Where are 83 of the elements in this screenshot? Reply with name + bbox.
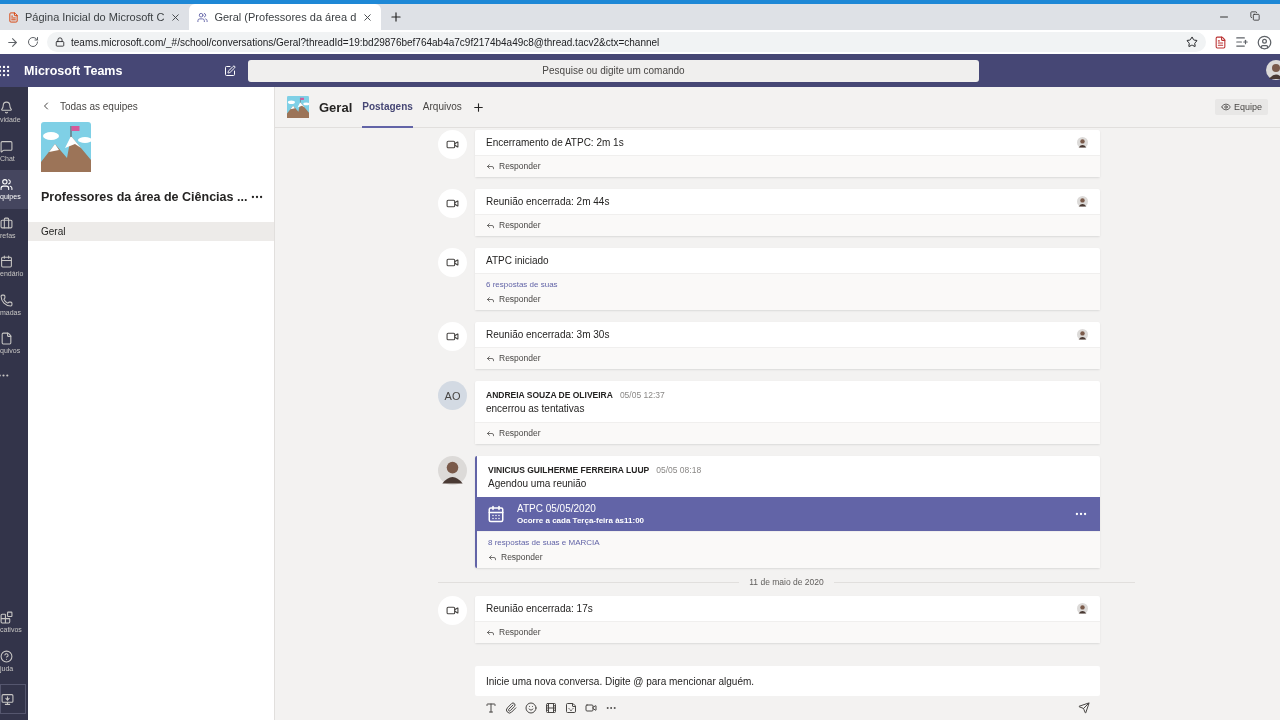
new-chat-icon[interactable]: [224, 64, 236, 77]
team-name: Professores da área de Ciências ...: [41, 190, 248, 204]
channel-name: Geral: [319, 99, 353, 115]
channel-tab[interactable]: Arquivos: [422, 86, 462, 128]
reply-icon: [486, 353, 495, 363]
restore-icon[interactable]: [1250, 11, 1260, 21]
author-name: VINICIUS GUILHERME FERREIRA LUUP: [488, 465, 650, 475]
team-button[interactable]: Equipe: [1214, 99, 1268, 115]
download-app-icon[interactable]: [1, 692, 14, 706]
forward-icon[interactable]: [6, 35, 19, 49]
back-link[interactable]: Todas as equipes: [28, 87, 274, 122]
sticker-icon[interactable]: [565, 702, 577, 714]
author-name: ANDREIA SOUZA DE OLIVEIRA: [486, 390, 613, 400]
replies-link[interactable]: 6 respostas de suas: [486, 276, 1089, 291]
team-image: [41, 122, 91, 172]
user-avatar: [1266, 59, 1280, 80]
message-time: 05/05 12:37: [619, 390, 665, 400]
profile-icon[interactable]: [1257, 34, 1272, 50]
reply-icon: [486, 627, 495, 637]
event-title: Reunião encerrada: 3m 30s: [486, 329, 611, 340]
author-avatar: AO: [438, 381, 467, 410]
channel-image: [287, 96, 309, 118]
reply-icon: [486, 294, 495, 304]
pdf-extension-icon[interactable]: [1214, 35, 1227, 49]
activity-icon: [0, 101, 13, 115]
video-camera-icon: [446, 197, 459, 210]
meeting-recurrence: Ocorre a cada Terça-feira às11:00: [517, 516, 646, 525]
eye-icon: [1220, 102, 1231, 112]
replies-link[interactable]: 8 respostas de suas e MARCIA: [488, 534, 1089, 549]
reply-icon: [486, 428, 495, 438]
video-camera-icon: [446, 330, 459, 343]
calls-icon: [0, 293, 13, 307]
channel-item[interactable]: Geral: [28, 222, 274, 241]
video-camera-icon: [446, 138, 459, 151]
app-launcher-icon[interactable]: [0, 63, 11, 78]
reply-button[interactable]: Responder: [486, 291, 1089, 307]
browser-tab[interactable]: Geral (Professores da área d: [189, 4, 382, 30]
app-title: Microsoft Teams: [24, 63, 124, 78]
format-icon[interactable]: [485, 702, 497, 714]
files-icon: [0, 332, 13, 346]
teams-icon: [0, 178, 13, 192]
event-title: Encerramento de ATPC: 2m 1s: [486, 137, 625, 148]
reply-button[interactable]: Responder: [488, 549, 1089, 565]
event-title: Reunião encerrada: 2m 44s: [486, 196, 611, 207]
reply-icon: [486, 220, 495, 230]
document-icon: [8, 11, 19, 23]
browser-tab[interactable]: Página Inicial do Microsoft C: [0, 4, 190, 30]
video-icon[interactable]: [585, 702, 597, 714]
reload-icon[interactable]: [27, 36, 39, 48]
calendar-icon: [487, 505, 505, 523]
help-icon: [0, 649, 13, 663]
new-tab-button[interactable]: [389, 10, 404, 24]
chat-icon: [0, 139, 13, 153]
apps-icon: [0, 611, 13, 625]
channel-tab[interactable]: Postagens: [362, 86, 413, 128]
send-icon[interactable]: [1078, 702, 1090, 714]
message-text: Agendou uma reunião: [488, 478, 588, 489]
search-field[interactable]: Pesquise ou digite um comando: [248, 59, 979, 82]
close-icon[interactable]: [362, 11, 374, 23]
people-icon: [197, 11, 209, 23]
assignments-icon: [0, 216, 13, 230]
author-avatar: [438, 456, 467, 485]
reading-list-icon[interactable]: [1235, 35, 1249, 49]
message-time: 05/05 08:18: [656, 465, 702, 475]
reply-icon: [486, 161, 495, 171]
bookmark-star-icon[interactable]: [1186, 36, 1198, 48]
meeting-title: ATPC 05/05/2020: [517, 503, 597, 514]
close-icon[interactable]: [170, 11, 182, 23]
compose-field[interactable]: Inicie uma nova conversa. Digite @ para mencionar alguém.: [475, 666, 1100, 696]
meeting-card[interactable]: ATPC 05/05/2020 Ocorre a cada Terça-feira às11:00: [475, 497, 1100, 531]
lock-icon: [55, 37, 65, 47]
reply-icon: [488, 552, 497, 562]
video-camera-icon: [446, 256, 459, 269]
address-bar[interactable]: teams.microsoft.com/_#/school/conversations/Geral?threadId=19:bd29876bef764ab4a7c9f2174b4a49c8@thread.tacv2&ctx=channel: [47, 32, 1206, 52]
message-text: encerrou as tentativas: [486, 403, 586, 414]
date-divider: 11 de maio de 2020: [749, 577, 824, 587]
add-tab-icon[interactable]: [471, 100, 485, 114]
event-title: ATPC iniciado: [486, 255, 550, 266]
attach-icon[interactable]: [505, 702, 517, 714]
calendar-icon: [0, 255, 13, 269]
emoji-icon[interactable]: [525, 702, 537, 714]
video-camera-icon: [446, 604, 459, 617]
event-title: Reunião encerrada: 17s: [486, 603, 594, 614]
